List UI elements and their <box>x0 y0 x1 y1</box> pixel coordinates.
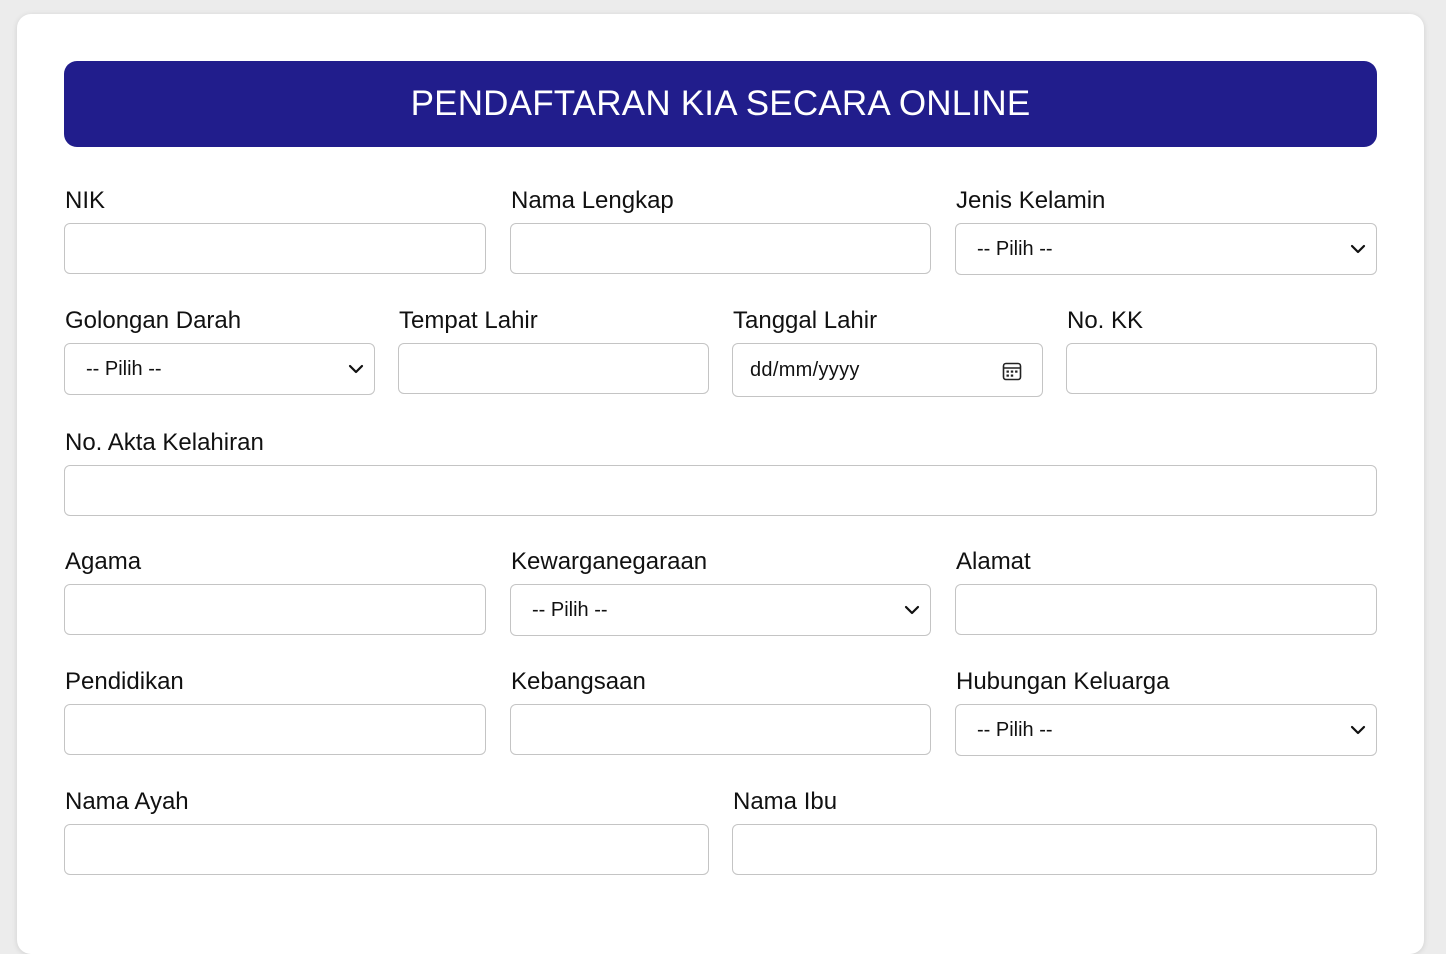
nama-lengkap-input[interactable] <box>510 223 931 274</box>
hubungan-keluarga-select[interactable]: -- Pilih -- <box>955 704 1377 756</box>
chevron-down-icon <box>1350 725 1366 735</box>
field-alamat: Alamat <box>955 548 1377 638</box>
kewarganegaraan-selected: -- Pilih -- <box>532 598 608 621</box>
calendar-icon[interactable] <box>1001 360 1023 382</box>
tanggal-lahir-placeholder: dd/mm/yyyy <box>750 358 860 381</box>
field-nama-ayah: Nama Ayah <box>64 788 709 878</box>
jenis-kelamin-selected: -- Pilih -- <box>977 237 1053 260</box>
alamat-label: Alamat <box>956 548 1031 575</box>
no-kk-label: No. KK <box>1067 307 1144 334</box>
chevron-down-icon <box>1350 244 1366 254</box>
field-jenis-kelamin: Jenis Kelamin -- Pilih -- <box>955 187 1377 277</box>
nik-label: NIK <box>65 187 106 214</box>
tanggal-lahir-date-input[interactable]: dd/mm/yyyy <box>732 343 1043 397</box>
chevron-down-icon <box>904 605 920 615</box>
nama-ibu-label: Nama Ibu <box>733 788 838 815</box>
agama-label: Agama <box>65 548 142 575</box>
no-akta-kelahiran-label: No. Akta Kelahiran <box>65 429 264 456</box>
tempat-lahir-label: Tempat Lahir <box>399 307 538 334</box>
field-kewarganegaraan: Kewarganegaraan -- Pilih -- <box>510 548 931 638</box>
form-title: PENDAFTARAN KIA SECARA ONLINE <box>410 84 1031 123</box>
field-nama-lengkap: Nama Lengkap <box>510 187 931 277</box>
field-no-kk: No. KK <box>1066 307 1377 397</box>
nama-ibu-input[interactable] <box>732 824 1377 875</box>
no-kk-input[interactable] <box>1066 343 1377 394</box>
field-hubungan-keluarga: Hubungan Keluarga -- Pilih -- <box>955 668 1377 758</box>
field-tempat-lahir: Tempat Lahir <box>398 307 709 397</box>
form-title-banner: PENDAFTARAN KIA SECARA ONLINE <box>64 61 1377 147</box>
kewarganegaraan-label: Kewarganegaraan <box>511 548 708 575</box>
alamat-input[interactable] <box>955 584 1377 635</box>
kebangsaan-label: Kebangsaan <box>511 668 646 695</box>
kewarganegaraan-select[interactable]: -- Pilih -- <box>510 584 931 636</box>
nik-input[interactable] <box>64 223 486 274</box>
nama-lengkap-label: Nama Lengkap <box>511 187 674 214</box>
pendidikan-label: Pendidikan <box>65 668 184 695</box>
field-tanggal-lahir: Tanggal Lahir dd/mm/yyyy <box>732 307 1043 399</box>
kebangsaan-input[interactable] <box>510 704 931 755</box>
field-no-akta-kelahiran: No. Akta Kelahiran <box>64 429 1377 519</box>
field-kebangsaan: Kebangsaan <box>510 668 931 758</box>
agama-input[interactable] <box>64 584 486 635</box>
tanggal-lahir-label: Tanggal Lahir <box>733 307 878 334</box>
golongan-darah-selected: -- Pilih -- <box>86 357 162 380</box>
chevron-down-icon <box>348 364 364 374</box>
golongan-darah-select[interactable]: -- Pilih -- <box>64 343 375 395</box>
jenis-kelamin-label: Jenis Kelamin <box>956 187 1106 214</box>
golongan-darah-label: Golongan Darah <box>65 307 242 334</box>
field-pendidikan: Pendidikan <box>64 668 486 758</box>
jenis-kelamin-select[interactable]: -- Pilih -- <box>955 223 1377 275</box>
tempat-lahir-input[interactable] <box>398 343 709 394</box>
pendidikan-input[interactable] <box>64 704 486 755</box>
nama-ayah-input[interactable] <box>64 824 709 875</box>
hubungan-keluarga-selected: -- Pilih -- <box>977 718 1053 741</box>
hubungan-keluarga-label: Hubungan Keluarga <box>956 668 1170 695</box>
field-golongan-darah: Golongan Darah -- Pilih -- <box>64 307 375 397</box>
field-nik: NIK <box>64 187 486 277</box>
field-agama: Agama <box>64 548 486 638</box>
field-nama-ibu: Nama Ibu <box>732 788 1377 878</box>
no-akta-kelahiran-input[interactable] <box>64 465 1377 516</box>
nama-ayah-label: Nama Ayah <box>65 788 189 815</box>
